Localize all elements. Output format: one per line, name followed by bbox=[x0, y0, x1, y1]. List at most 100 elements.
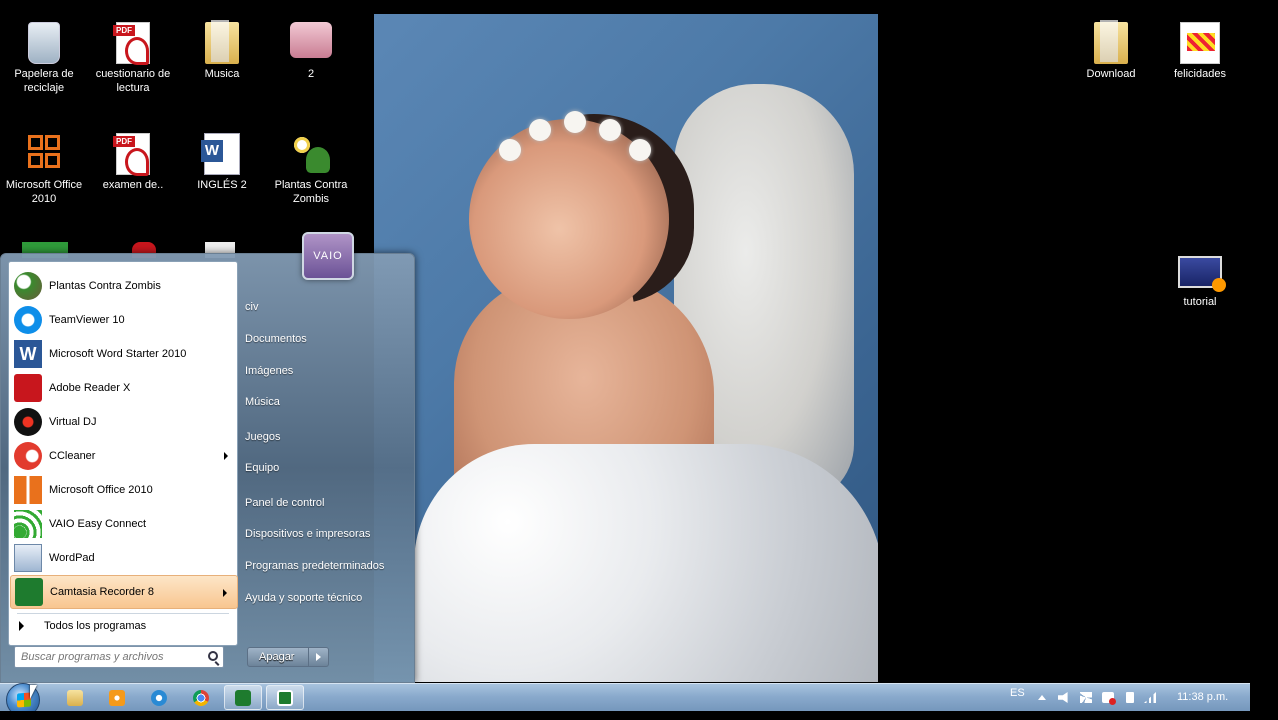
video-icon bbox=[1178, 256, 1226, 292]
program-label: TeamViewer 10 bbox=[49, 314, 125, 326]
ccleaner-icon bbox=[14, 442, 42, 470]
desktop-icon-examen[interactable]: examen de.. bbox=[92, 133, 174, 193]
desktop-icon-label: INGLÉS 2 bbox=[197, 179, 247, 191]
place-dispositivos[interactable]: Dispositivos e impresoras bbox=[245, 528, 370, 540]
clock[interactable]: 11:38 p.m. bbox=[1177, 683, 1228, 711]
all-programs-button[interactable]: Todos los programas bbox=[19, 620, 146, 632]
word-doc-icon bbox=[201, 133, 240, 175]
program-item-word-starter[interactable]: W Microsoft Word Starter 2010 bbox=[10, 337, 238, 371]
windows-flag-icon[interactable] bbox=[1080, 692, 1092, 703]
program-item-plants-vs-zombies[interactable]: Plantas Contra Zombis bbox=[10, 269, 238, 303]
image-icon bbox=[290, 22, 332, 58]
desktop-icon-label: examen de.. bbox=[102, 179, 164, 191]
place-documentos[interactable]: Documentos bbox=[245, 333, 307, 345]
desktop-icon-musica[interactable]: Musica bbox=[181, 20, 263, 82]
wallpaper-cloud bbox=[414, 444, 878, 682]
submenu-arrow-icon bbox=[224, 452, 228, 460]
wallpaper-flower-crown bbox=[479, 109, 679, 169]
desktop-icon-label: 2 bbox=[307, 68, 315, 80]
desktop-icon-label: Musica bbox=[204, 68, 240, 80]
media-player-icon bbox=[109, 689, 125, 706]
place-user[interactable]: civ bbox=[245, 301, 258, 313]
taskbar-camtasia-recorder[interactable] bbox=[266, 685, 304, 710]
start-menu-programs-panel: Plantas Contra Zombis TeamViewer 10 W Mi… bbox=[8, 261, 238, 646]
office-icon bbox=[24, 133, 64, 175]
program-label: Microsoft Office 2010 bbox=[49, 484, 153, 496]
word-icon: W bbox=[14, 340, 42, 368]
show-hidden-icons-icon[interactable] bbox=[1038, 695, 1046, 700]
program-item-wordpad[interactable]: WordPad bbox=[10, 541, 238, 575]
all-programs-label: Todos los programas bbox=[44, 620, 147, 632]
place-programas-predeterminados[interactable]: Programas predeterminados bbox=[245, 560, 384, 572]
program-label: Virtual DJ bbox=[49, 416, 97, 428]
place-musica[interactable]: Música bbox=[245, 396, 280, 408]
program-label: WordPad bbox=[49, 552, 95, 564]
desktop-icon-plants[interactable]: Plantas Contra Zombis bbox=[270, 133, 352, 206]
folder-icon bbox=[1094, 20, 1128, 64]
battery-icon[interactable] bbox=[1126, 692, 1134, 703]
pdf-icon bbox=[113, 22, 150, 65]
camtasia-icon bbox=[15, 578, 43, 606]
taskbar-explorer[interactable] bbox=[56, 685, 94, 710]
program-item-ccleaner[interactable]: CCleaner bbox=[10, 439, 238, 473]
start-menu: Plantas Contra Zombis TeamViewer 10 W Mi… bbox=[0, 253, 415, 683]
program-item-vaio-easy-connect[interactable]: VAIO Easy Connect bbox=[10, 507, 238, 541]
search-input[interactable] bbox=[21, 651, 191, 663]
user-picture-tile[interactable]: VAIO bbox=[302, 232, 354, 280]
search-icon[interactable] bbox=[208, 651, 218, 661]
camtasia-recorder-icon bbox=[277, 689, 293, 706]
shutdown-options-button[interactable] bbox=[309, 647, 329, 667]
desktop-icon-label: cuestionario de lectura bbox=[95, 68, 171, 94]
desktop-icon-office[interactable]: Microsoft Office 2010 bbox=[3, 133, 85, 206]
triangle-right-icon bbox=[19, 621, 24, 631]
start-search-box[interactable] bbox=[14, 646, 224, 668]
desktop-icon-tutorial[interactable]: tutorial bbox=[1159, 256, 1241, 310]
taskbar-internet-explorer[interactable] bbox=[140, 685, 178, 710]
error-badge-icon bbox=[1109, 698, 1116, 705]
program-label: VAIO Easy Connect bbox=[49, 518, 147, 530]
plants-vs-zombies-icon bbox=[290, 133, 332, 175]
recycle-bin-icon bbox=[28, 22, 60, 64]
image-icon bbox=[1180, 22, 1220, 64]
place-ayuda[interactable]: Ayuda y soporte técnico bbox=[245, 592, 362, 604]
place-equipo[interactable]: Equipo bbox=[245, 462, 279, 474]
program-label: CCleaner bbox=[49, 450, 96, 462]
desktop-icon-label: Download bbox=[1086, 68, 1136, 80]
taskbar-media-player[interactable] bbox=[98, 685, 136, 710]
submenu-arrow-icon bbox=[223, 589, 227, 597]
wordpad-icon bbox=[14, 544, 42, 572]
taskbar-chrome[interactable] bbox=[182, 685, 220, 710]
program-item-adobe-reader[interactable]: Adobe Reader X bbox=[10, 371, 238, 405]
program-item-camtasia-recorder[interactable]: Camtasia Recorder 8 bbox=[10, 575, 238, 609]
teamviewer-icon bbox=[14, 306, 42, 334]
office-icon bbox=[14, 476, 42, 504]
adobe-reader-icon bbox=[14, 374, 42, 402]
program-label: Camtasia Recorder 8 bbox=[50, 586, 154, 598]
action-center-icon[interactable] bbox=[1102, 692, 1116, 705]
program-item-office[interactable]: Microsoft Office 2010 bbox=[10, 473, 238, 507]
program-item-virtual-dj[interactable]: Virtual DJ bbox=[10, 405, 238, 439]
desktop-icon-felicidades[interactable]: felicidades bbox=[1159, 22, 1241, 82]
desktop-icon-cuestionario[interactable]: cuestionario de lectura bbox=[92, 22, 174, 95]
desktop-icon-download[interactable]: Download bbox=[1070, 20, 1152, 82]
desktop-wallpaper bbox=[374, 14, 878, 682]
folder-icon bbox=[205, 20, 239, 64]
desktop-icon-label: Papelera de reciclaje bbox=[14, 68, 74, 94]
place-panel-de-control[interactable]: Panel de control bbox=[245, 497, 325, 509]
desktop-icon-2[interactable]: 2 bbox=[270, 22, 352, 82]
shutdown-button[interactable]: Apagar bbox=[247, 647, 309, 667]
desktop-icon-ingles[interactable]: INGLÉS 2 bbox=[181, 133, 263, 193]
desktop-icon-label: Plantas Contra Zombis bbox=[274, 179, 348, 205]
plants-vs-zombies-icon bbox=[14, 272, 42, 300]
program-item-teamviewer[interactable]: TeamViewer 10 bbox=[10, 303, 238, 337]
desktop-icon-recycle-bin[interactable]: Papelera de reciclaje bbox=[3, 22, 85, 95]
shutdown-group: Apagar bbox=[247, 647, 329, 667]
place-juegos[interactable]: Juegos bbox=[245, 431, 280, 443]
taskbar-camtasia-studio[interactable] bbox=[224, 685, 262, 710]
mouse-cursor-icon bbox=[30, 685, 37, 699]
menu-separator bbox=[17, 613, 229, 614]
program-label: Microsoft Word Starter 2010 bbox=[49, 348, 187, 360]
place-imagenes[interactable]: Imágenes bbox=[245, 365, 293, 377]
pdf-icon bbox=[113, 133, 150, 176]
language-indicator[interactable]: ES bbox=[1010, 683, 1025, 703]
